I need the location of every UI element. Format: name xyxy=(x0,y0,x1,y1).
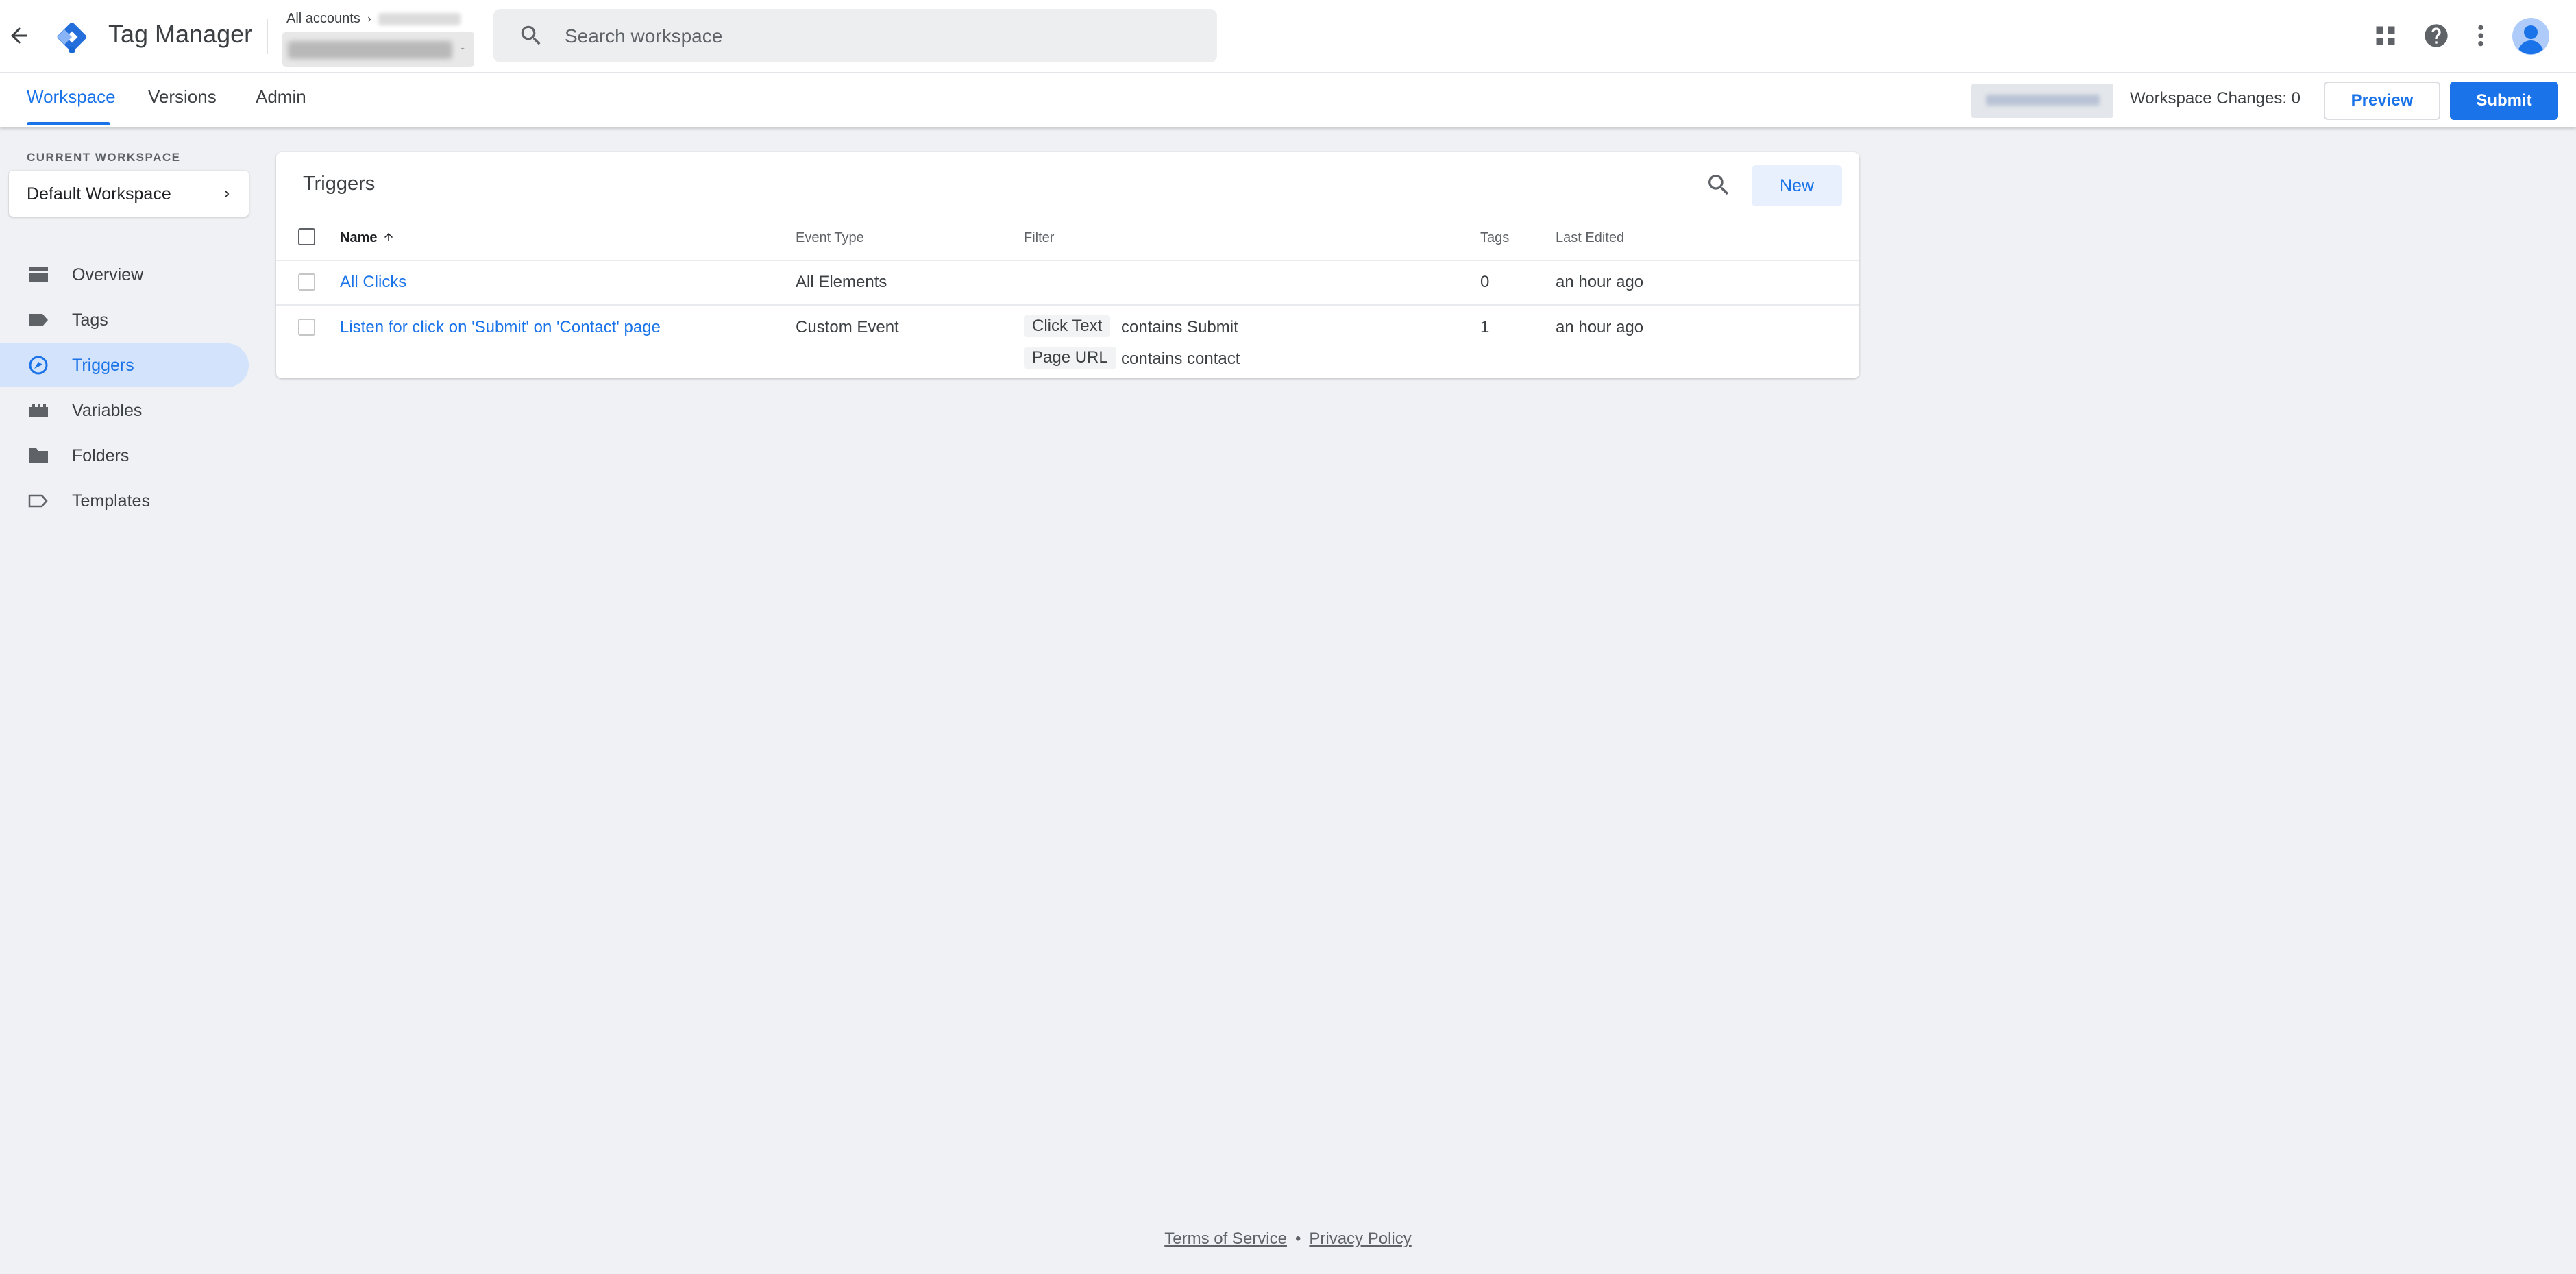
tag-icon xyxy=(29,314,48,326)
sidebar-item-label: Folders xyxy=(72,446,130,465)
sidebar-item-templates[interactable]: Templates xyxy=(0,479,249,523)
filter-condition: contains contact xyxy=(1121,350,1240,368)
column-header-event-type[interactable]: Event Type xyxy=(796,230,864,246)
row-divider xyxy=(276,304,1859,306)
trigger-name-link[interactable]: All Clicks xyxy=(340,273,406,292)
sidebar-item-label: Triggers xyxy=(72,356,134,375)
dropdown-caret-icon xyxy=(461,47,465,50)
column-header-tags[interactable]: Tags xyxy=(1480,230,1509,246)
help-icon[interactable] xyxy=(2422,22,2450,49)
workspace-name: Default Workspace xyxy=(27,184,171,204)
trigger-icon xyxy=(29,356,48,375)
triggers-card: Triggers New Name Event Type Filter Tags… xyxy=(276,152,1859,378)
column-header-last-edited[interactable]: Last Edited xyxy=(1556,230,1624,246)
chevron-right-icon xyxy=(225,191,230,197)
privacy-policy-link[interactable]: Privacy Policy xyxy=(1309,1229,1411,1248)
tab-workspace[interactable]: Workspace xyxy=(27,86,116,108)
header-divider xyxy=(276,260,1859,261)
workspace-selector[interactable]: Default Workspace xyxy=(9,171,249,217)
sidebar-item-folders[interactable]: Folders xyxy=(0,434,249,478)
variables-icon xyxy=(29,404,48,417)
tab-admin[interactable]: Admin xyxy=(256,86,306,108)
redacted-account-name xyxy=(378,12,461,25)
sidebar-item-triggers[interactable]: Triggers xyxy=(0,343,249,387)
overview-icon xyxy=(29,267,48,282)
trigger-name-link[interactable]: Listen for click on 'Submit' on 'Contact… xyxy=(340,318,661,337)
workspace-nav-bar: Workspace Versions Admin Workspace Chang… xyxy=(0,73,2576,127)
sidebar-item-label: Templates xyxy=(72,491,150,511)
column-header-name[interactable]: Name xyxy=(340,230,395,246)
search-icon xyxy=(521,25,541,45)
sidebar-item-overview[interactable]: Overview xyxy=(0,253,249,297)
chevron-right-icon xyxy=(367,16,371,21)
current-workspace-label: CURRENT WORKSPACE xyxy=(27,151,181,164)
preview-button[interactable]: Preview xyxy=(2324,82,2440,120)
last-edited-cell: an hour ago xyxy=(1556,318,1644,336)
redacted-container-id xyxy=(1986,95,2100,106)
row-checkbox[interactable] xyxy=(298,273,315,291)
template-icon xyxy=(28,494,48,508)
workspace-search-input[interactable]: Search workspace xyxy=(493,9,1217,62)
sort-ascending-icon xyxy=(384,233,393,241)
footer-separator: • xyxy=(1295,1229,1301,1248)
column-header-filter: Filter xyxy=(1024,230,1055,245)
search-icon[interactable] xyxy=(1705,171,1732,199)
arrow-back-icon[interactable] xyxy=(7,23,32,48)
terms-of-service-link[interactable]: Terms of Service xyxy=(1164,1229,1287,1248)
folder-icon xyxy=(29,448,48,463)
tags-count-cell: 0 xyxy=(1480,273,1490,291)
account-breadcrumb[interactable]: All accounts xyxy=(286,11,461,27)
column-header-name-label: Name xyxy=(340,230,378,245)
triggers-title: Triggers xyxy=(303,173,376,195)
footer: Terms of Service • Privacy Policy xyxy=(0,1229,2576,1249)
tab-versions[interactable]: Versions xyxy=(148,86,217,108)
last-edited-cell: an hour ago xyxy=(1556,273,1644,291)
sidebar-item-label: Tags xyxy=(72,310,108,330)
container-id-badge xyxy=(1971,84,2113,118)
select-all-checkbox[interactable] xyxy=(298,228,315,245)
new-trigger-button[interactable]: New xyxy=(1752,165,1842,206)
all-accounts-link[interactable]: All accounts xyxy=(286,11,360,27)
filter-variable-chip: Page URL xyxy=(1024,347,1116,369)
more-vert-icon[interactable] xyxy=(2473,22,2489,49)
search-placeholder: Search workspace xyxy=(565,25,723,47)
workspace-changes-count: Workspace Changes: 0 xyxy=(2130,89,2301,108)
event-type-cell: All Elements xyxy=(796,273,887,291)
gtm-logo xyxy=(57,23,86,53)
sidebar-item-variables[interactable]: Variables xyxy=(0,389,249,432)
apps-grid-icon[interactable] xyxy=(2373,23,2398,48)
row-checkbox[interactable] xyxy=(298,319,315,336)
container-selector[interactable] xyxy=(282,32,474,67)
active-tab-indicator xyxy=(27,122,110,125)
header-divider xyxy=(267,19,268,54)
top-app-bar: Tag Manager All accounts Search workspac… xyxy=(0,0,2576,73)
app-title: Tag Manager xyxy=(108,20,253,48)
filter-condition: contains Submit xyxy=(1121,318,1238,336)
tags-count-cell: 1 xyxy=(1480,318,1490,336)
sidebar-item-label: Overview xyxy=(72,265,144,284)
sidebar-item-tags[interactable]: Tags xyxy=(0,298,249,342)
account-avatar[interactable] xyxy=(2512,18,2549,55)
redacted-container-name xyxy=(288,41,452,59)
sidebar-item-label: Variables xyxy=(72,401,143,420)
event-type-cell: Custom Event xyxy=(796,318,899,336)
filter-variable-chip: Click Text xyxy=(1024,315,1111,337)
submit-button[interactable]: Submit xyxy=(2450,82,2558,120)
